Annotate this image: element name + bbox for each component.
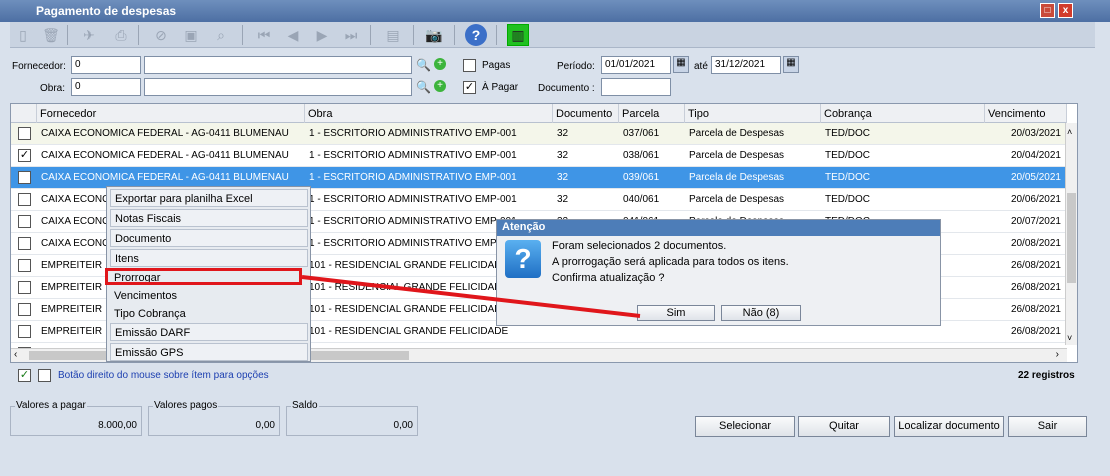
annotation-arrow — [301, 275, 641, 318]
arrow-line — [301, 275, 641, 318]
